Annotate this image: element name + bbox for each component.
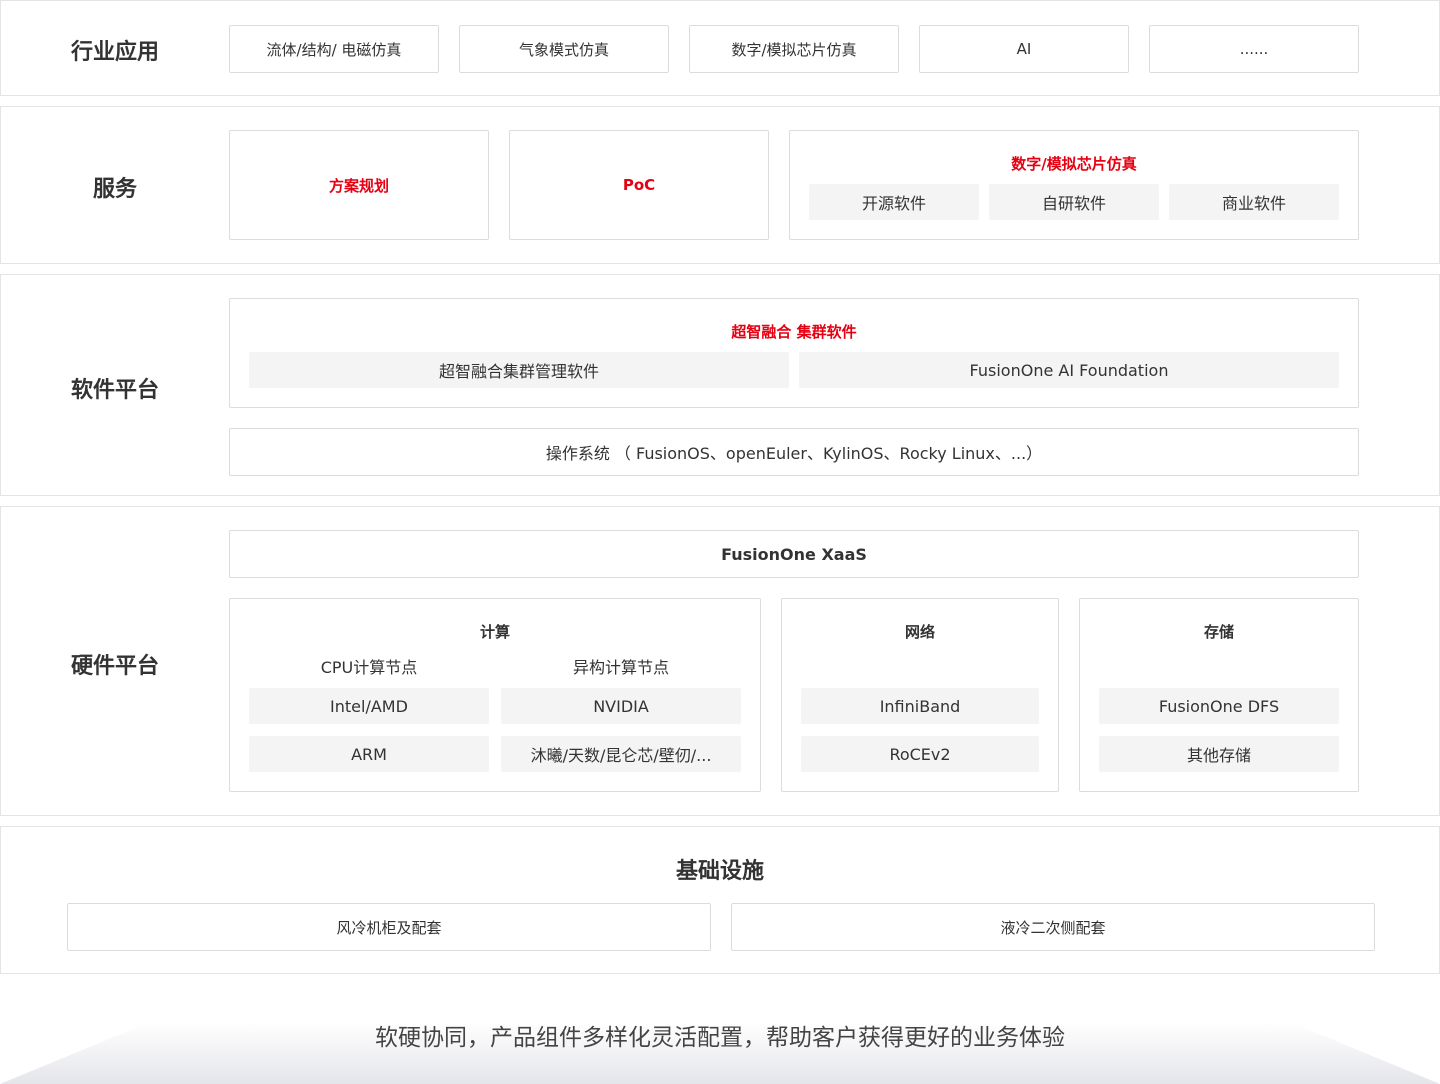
cpu-intel-amd[interactable]: Intel/AMD xyxy=(249,688,489,724)
network-rocev2[interactable]: RoCEv2 xyxy=(801,736,1039,772)
infra-air-cooling[interactable]: 风冷机柜及配套 xyxy=(67,903,711,951)
gpu-domestic[interactable]: 沐曦/天数/昆仑芯/壁仞/... xyxy=(501,736,741,772)
industry-item-chip[interactable]: 数字/模拟芯片仿真 xyxy=(689,25,899,73)
cluster-management[interactable]: 超智融合集群管理软件 xyxy=(249,352,789,388)
industry-title: 行业应用 xyxy=(70,40,159,65)
service-poc[interactable]: PoC xyxy=(509,130,769,240)
compute-group: 计算 CPU计算节点 异构计算节点 Intel/AMD NVIDIA ARM 沐… xyxy=(229,598,761,792)
software-layer: 软件平台 超智融合 集群软件 超智融合集群管理软件 FusionOne AI F… xyxy=(0,274,1440,496)
cluster-software: 超智融合 集群软件 超智融合集群管理软件 FusionOne AI Founda… xyxy=(229,298,1359,408)
industry-item-fluid[interactable]: 流体/结构/ 电磁仿真 xyxy=(229,25,439,73)
hardware-title: 硬件平台 xyxy=(70,654,159,679)
industry-item-ai[interactable]: AI xyxy=(919,25,1129,73)
gpu-nvidia[interactable]: NVIDIA xyxy=(501,688,741,724)
fusionone-xaas[interactable]: FusionOne XaaS xyxy=(229,530,1359,578)
infra-liquid-cooling[interactable]: 液冷二次侧配套 xyxy=(731,903,1375,951)
hardware-layer: 硬件平台 FusionOne XaaS 计算 CPU计算节点 异构计算节点 In… xyxy=(0,506,1440,816)
industry-layer: 行业应用 流体/结构/ 电磁仿真 气象模式仿真 数字/模拟芯片仿真 AI ...… xyxy=(0,0,1440,96)
industry-item-weather[interactable]: 气象模式仿真 xyxy=(459,25,669,73)
service-planning[interactable]: 方案规划 xyxy=(229,130,489,240)
network-title: 网络 xyxy=(904,623,935,641)
service-chip-sim-title: 数字/模拟芯片仿真 xyxy=(1011,155,1137,173)
fusionone-ai-foundation[interactable]: FusionOne AI Foundation xyxy=(799,352,1339,388)
storage-other[interactable]: 其他存储 xyxy=(1099,736,1339,772)
services-title: 服务 xyxy=(92,177,137,202)
storage-fusionone-dfs[interactable]: FusionOne DFS xyxy=(1099,688,1339,724)
cluster-software-title: 超智融合 集群软件 xyxy=(731,323,857,341)
services-layer: 服务 方案规划 PoC 数字/模拟芯片仿真 开源软件 自研软件 商业软件 xyxy=(0,106,1440,264)
fusionone-xaas-label: FusionOne XaaS xyxy=(721,544,867,564)
software-title: 软件平台 xyxy=(70,378,159,403)
storage-group: 存储 FusionOne DFS 其他存储 xyxy=(1079,598,1359,792)
hetero-node-label: 异构计算节点 xyxy=(572,658,669,677)
network-infiniband[interactable]: InfiniBand xyxy=(801,688,1039,724)
network-group: 网络 InfiniBand RoCEv2 xyxy=(781,598,1059,792)
service-poc-label: PoC xyxy=(622,176,656,194)
storage-title: 存储 xyxy=(1203,623,1234,641)
service-self-developed[interactable]: 自研软件 xyxy=(989,184,1159,220)
service-chip-sim: 数字/模拟芯片仿真 开源软件 自研软件 商业软件 xyxy=(789,130,1359,240)
service-open-source[interactable]: 开源软件 xyxy=(809,184,979,220)
operating-system[interactable]: 操作系统 （ FusionOS、openEuler、KylinOS、Rocky … xyxy=(229,428,1359,476)
cpu-arm[interactable]: ARM xyxy=(249,736,489,772)
compute-title: 计算 xyxy=(479,623,510,641)
infrastructure-title: 基础设施 xyxy=(675,859,764,884)
service-planning-label: 方案规划 xyxy=(328,176,389,195)
cpu-node-label: CPU计算节点 xyxy=(320,658,418,677)
footer-slogan: 软硬协同，产品组件多样化灵活配置，帮助客户获得更好的业务体验 xyxy=(375,1025,1065,1051)
infrastructure-layer: 基础设施 风冷机柜及配套 液冷二次侧配套 xyxy=(0,826,1440,974)
industry-item-more[interactable]: ...... xyxy=(1149,25,1359,73)
service-commercial[interactable]: 商业软件 xyxy=(1169,184,1339,220)
footer: 软硬协同，产品组件多样化灵活配置，帮助客户获得更好的业务体验 xyxy=(0,1000,1440,1084)
